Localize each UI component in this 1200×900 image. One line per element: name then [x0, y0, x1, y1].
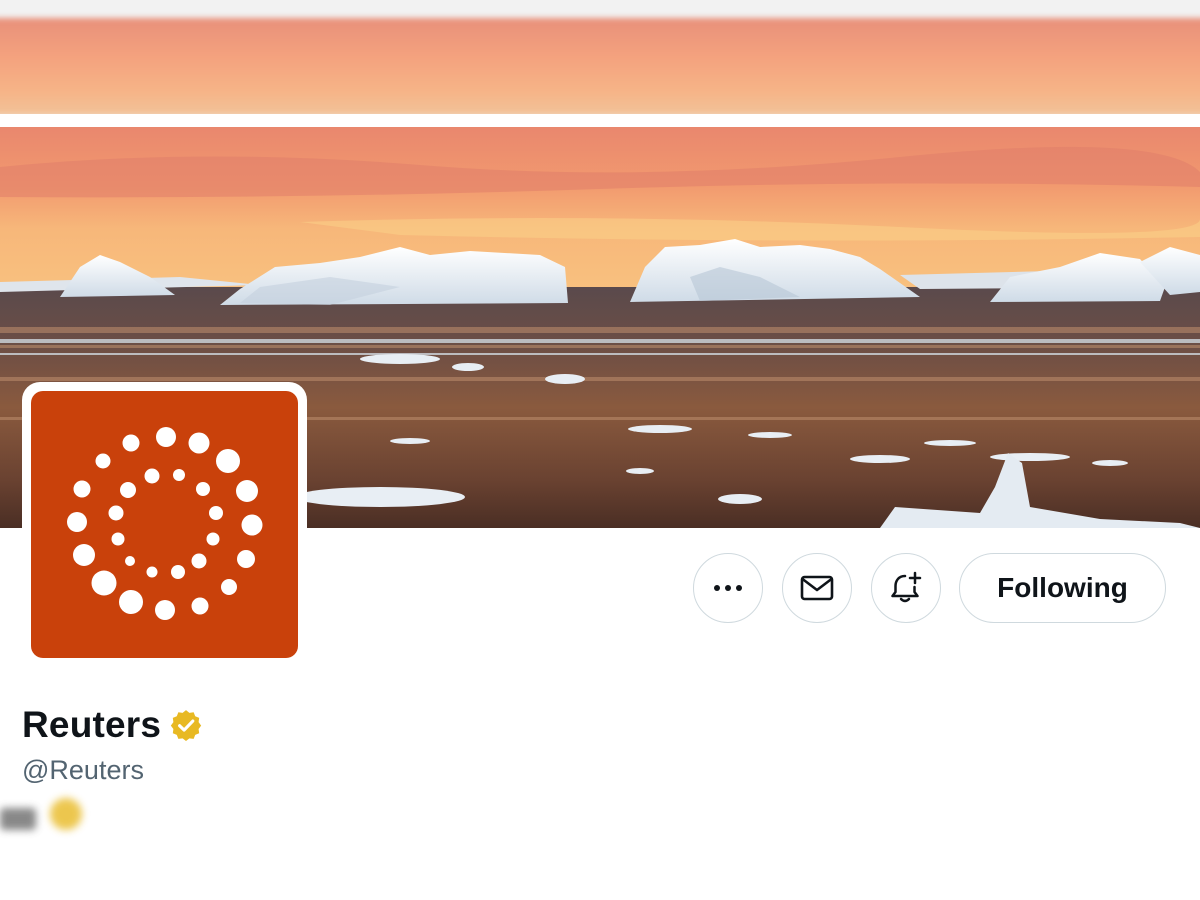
display-name: Reuters	[22, 704, 162, 745]
message-button[interactable]	[782, 553, 852, 623]
blurred-banner-band	[0, 18, 1200, 116]
notifications-button[interactable]	[871, 553, 941, 623]
bell-plus-icon	[891, 571, 922, 603]
more-button[interactable]	[693, 553, 763, 623]
following-button[interactable]: Following	[959, 553, 1166, 623]
background-blur-strip	[0, 0, 1200, 124]
verified-badge-icon[interactable]	[169, 708, 203, 742]
profile-handle: @Reuters	[22, 755, 144, 785]
profile-avatar[interactable]	[22, 382, 307, 667]
reuters-logo-icon	[31, 391, 298, 658]
blurred-background-fragment	[0, 798, 82, 830]
more-horizontal-icon	[714, 585, 742, 591]
profile-name-row: Reuters	[22, 703, 203, 747]
following-label: Following	[997, 572, 1128, 603]
mail-icon	[800, 575, 834, 601]
divider	[0, 114, 1200, 124]
